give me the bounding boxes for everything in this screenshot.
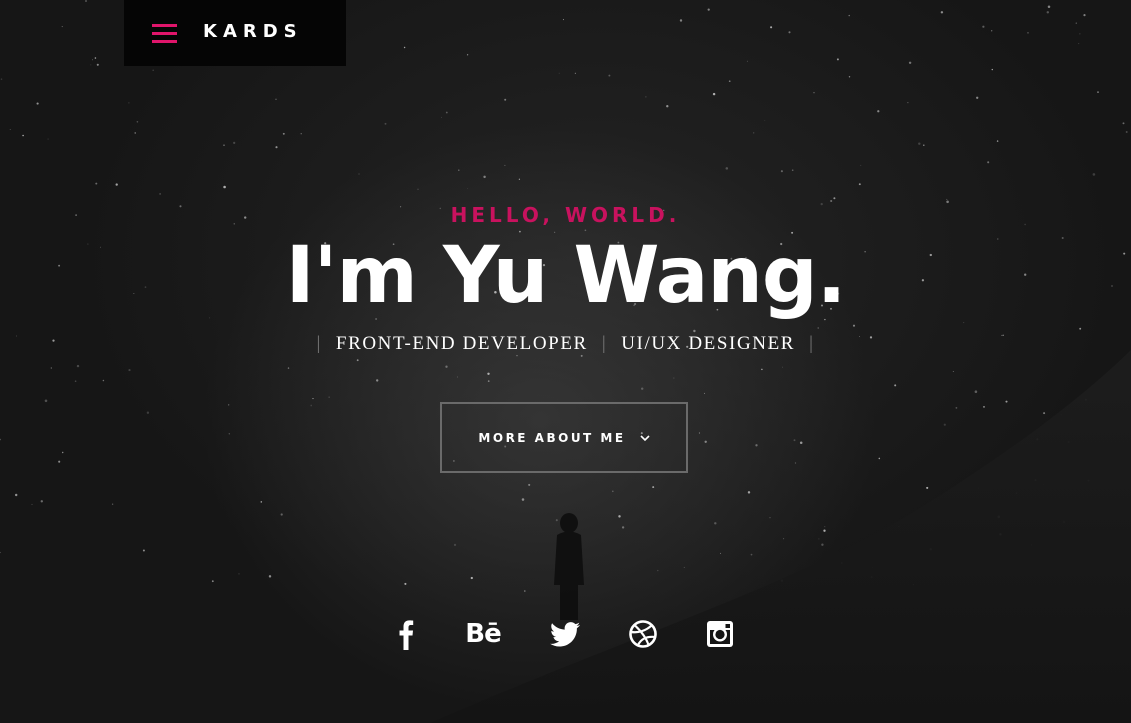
chevron-down-icon xyxy=(639,434,650,441)
instagram-link[interactable] xyxy=(704,614,736,654)
facebook-link[interactable] xyxy=(394,614,418,654)
dribbble-link[interactable] xyxy=(627,614,659,654)
behance-icon: Bē xyxy=(465,619,501,649)
role-separator: | xyxy=(316,333,322,354)
role-separator: | xyxy=(809,333,815,354)
social-links: Bē xyxy=(0,614,1131,654)
twitter-link[interactable] xyxy=(549,614,581,654)
role-ui-ux-designer: UI/UX DESIGNER xyxy=(621,333,796,354)
role-front-end-developer: FRONT-END DEVELOPER xyxy=(335,333,588,354)
person-silhouette xyxy=(554,513,584,620)
hero-roles: | FRONT-END DEVELOPER | UI/UX DESIGNER | xyxy=(0,333,1131,355)
more-about-me-button[interactable]: MORE ABOUT ME xyxy=(440,402,688,473)
more-about-me-label: MORE ABOUT ME xyxy=(478,430,626,445)
site-logo[interactable]: KARDS xyxy=(203,21,303,42)
hamburger-menu-icon[interactable] xyxy=(152,24,177,43)
dribbble-icon xyxy=(629,620,657,648)
hero-greeting: HELLO, WORLD. xyxy=(450,203,681,227)
behance-link[interactable]: Bē xyxy=(460,614,506,654)
role-separator: | xyxy=(601,333,608,354)
facebook-icon xyxy=(399,620,414,650)
hero-name: I'm Yu Wang. xyxy=(285,231,847,321)
twitter-icon xyxy=(550,621,580,646)
instagram-icon xyxy=(707,621,733,647)
top-navigation-bar: KARDS xyxy=(124,0,346,66)
